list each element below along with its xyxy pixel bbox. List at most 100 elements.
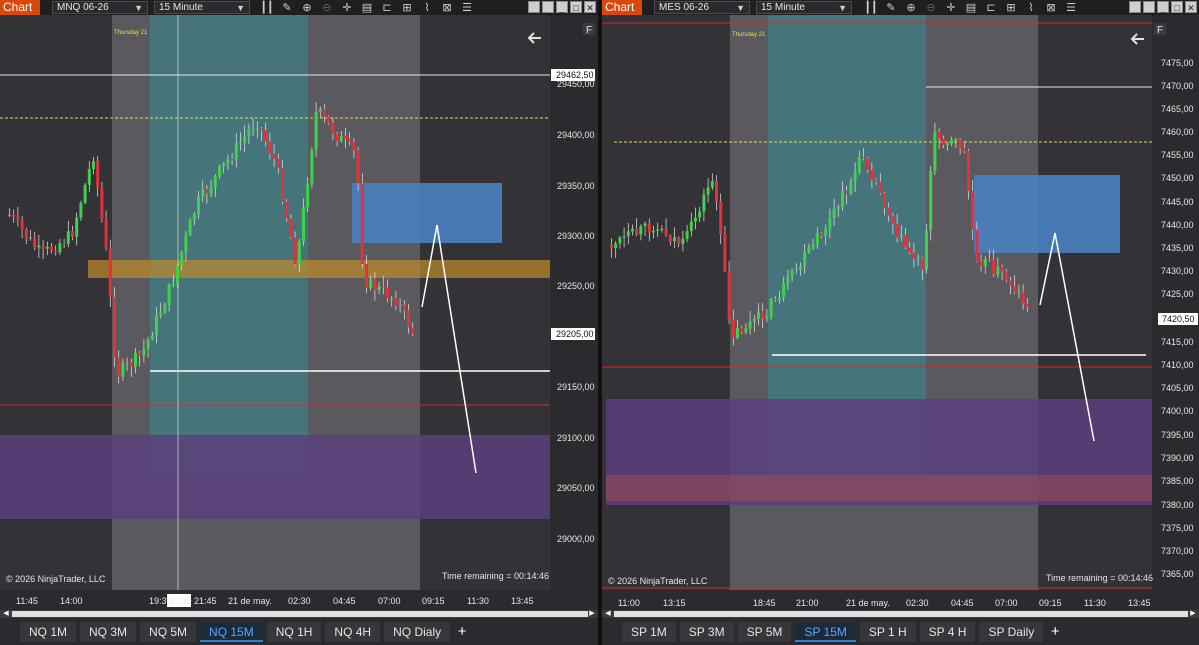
chart-tab[interactable]: SP 15M	[795, 622, 856, 642]
instrument-select[interactable]: MNQ 06-26 ▼	[52, 1, 148, 14]
indicators-icon[interactable]: ⌇	[1024, 1, 1038, 15]
minimize-icon[interactable]: _	[1157, 1, 1169, 13]
chart-badge[interactable]: Chart	[0, 0, 40, 15]
maximize-icon[interactable]: □	[570, 1, 582, 13]
chart-tab[interactable]: SP 5M	[737, 622, 792, 642]
properties-icon[interactable]: ▤	[964, 1, 978, 15]
scroll-thumb[interactable]	[12, 611, 588, 617]
timeframe-select[interactable]: 15 Minute ▼	[154, 1, 250, 14]
candle-body	[668, 235, 672, 242]
chart-tab[interactable]: NQ 5M	[140, 622, 197, 642]
candle-body	[222, 163, 226, 167]
scroll-right-icon[interactable]: ▶	[588, 610, 596, 618]
close-icon[interactable]: ✕	[1185, 1, 1197, 13]
candle-body	[971, 191, 975, 230]
add-tab-button[interactable]: +	[1047, 622, 1063, 642]
window-button-2-icon[interactable]	[542, 1, 554, 13]
candle-body	[54, 250, 58, 253]
crosshair-icon[interactable]: ✛	[944, 1, 958, 15]
chart-tab[interactable]: NQ 4H	[325, 622, 381, 642]
chart-panel-right[interactable]: Chart MES 06-26 ▼ 15 Minute ▼ ┃┃ ✎ ⊕ ⊖ ✛…	[602, 0, 1199, 645]
chart-canvas-left[interactable]: Thursday 21 F 29450,0029400,0029350,0029…	[0, 15, 598, 590]
price-tick-label: 7390,00	[1161, 453, 1194, 463]
candle-body	[908, 247, 912, 253]
zoom-in-icon[interactable]: ⊕	[300, 1, 314, 15]
maximize-icon[interactable]: □	[1171, 1, 1183, 13]
properties-icon[interactable]: ▤	[360, 1, 374, 15]
window-button-1-icon[interactable]	[528, 1, 540, 13]
zoom-in-icon[interactable]: ⊕	[904, 1, 918, 15]
chart-tab[interactable]: SP Daily	[979, 622, 1044, 642]
scroll-left-icon[interactable]: ◀	[604, 610, 612, 618]
chart-badge[interactable]: Chart	[602, 0, 642, 15]
candle-body	[673, 237, 676, 242]
minimize-icon[interactable]: _	[556, 1, 568, 13]
time-tick-label: 04:45	[333, 596, 356, 606]
zone-purple	[0, 435, 550, 519]
horizontal-scrollbar[interactable]: ◀ ▶	[0, 610, 598, 618]
candle-body	[639, 226, 643, 235]
candle-body	[887, 207, 891, 216]
list-icon[interactable]: ☰	[460, 1, 474, 15]
chart-panel-left[interactable]: Chart MNQ 06-26 ▼ 15 Minute ▼ ┃┃ ✎ ⊕ ⊖ ✛…	[0, 0, 598, 645]
zoom-out-icon[interactable]: ⊖	[320, 1, 334, 15]
candle-body	[125, 362, 129, 364]
horizontal-scrollbar[interactable]: ◀ ▶	[602, 610, 1199, 618]
data-box-icon[interactable]: ⊠	[440, 1, 454, 15]
candle-body	[824, 228, 828, 236]
time-axis-right[interactable]: 11:00 13:15 18:45 21:00 21 de may. 02:30 04:45…	[602, 590, 1199, 610]
chart-tab[interactable]: NQ Dialy	[384, 622, 451, 642]
window-button-1-icon[interactable]	[1129, 1, 1141, 13]
candle-body	[411, 327, 415, 334]
chart-toolbar: Chart MES 06-26 ▼ 15 Minute ▼ ┃┃ ✎ ⊕ ⊖ ✛…	[602, 0, 1199, 16]
chart-tab[interactable]: SP 4 H	[919, 622, 976, 642]
data-box-icon[interactable]: ⊠	[1044, 1, 1058, 15]
bar-style-icon[interactable]: ┃┃	[864, 1, 878, 15]
scroll-thumb[interactable]	[614, 611, 1188, 617]
chart-tab[interactable]: NQ 15M	[200, 622, 263, 642]
candle-body	[276, 158, 280, 168]
templates-icon[interactable]: ⊏	[984, 1, 998, 15]
price-tick-label: 7385,00	[1161, 476, 1194, 486]
chart-tab[interactable]: NQ 1M	[20, 622, 77, 642]
draw-pencil-icon[interactable]: ✎	[884, 1, 898, 15]
price-chart-right[interactable]: Thursday 21 F 7475,00 7470,00 7465,00 7460,…	[602, 15, 1199, 590]
chart-tab[interactable]: SP 3M	[679, 622, 734, 642]
candle-body	[828, 217, 832, 229]
draw-pencil-icon[interactable]: ✎	[280, 1, 294, 15]
candle-body	[41, 245, 45, 249]
strategies-icon[interactable]: ⊞	[400, 1, 414, 15]
list-icon[interactable]: ☰	[1064, 1, 1078, 15]
window-button-2-icon[interactable]	[1143, 1, 1155, 13]
candle-body	[117, 357, 121, 377]
zoom-out-icon[interactable]: ⊖	[924, 1, 938, 15]
candle-body	[29, 237, 32, 239]
instrument-select[interactable]: MES 06-26 ▼	[654, 1, 750, 14]
scroll-left-icon[interactable]: ◀	[2, 610, 10, 618]
candle-body	[58, 243, 62, 253]
add-tab-button[interactable]: +	[454, 622, 470, 642]
scroll-right-icon[interactable]: ▶	[1189, 610, 1197, 618]
chart-tab[interactable]: SP 1 H	[859, 622, 916, 642]
candle-body	[614, 243, 618, 249]
crosshair-icon[interactable]: ✛	[340, 1, 354, 15]
candle-body	[197, 196, 200, 214]
candle-body	[310, 150, 314, 184]
chart-tab[interactable]: NQ 3M	[80, 622, 137, 642]
price-chart-left[interactable]: Thursday 21 F 29450,00 29400,00 29350,00 29…	[0, 15, 598, 590]
templates-icon[interactable]: ⊏	[380, 1, 394, 15]
price-axis[interactable]	[551, 15, 598, 590]
indicators-icon[interactable]: ⌇	[420, 1, 434, 15]
time-tick-label: 13:45	[1128, 598, 1151, 608]
chart-tab[interactable]: SP 1M	[622, 622, 676, 642]
time-axis-left[interactable]: 11:45 14:00 19:3 20:30 21:45 21 de may. 02:30 0…	[0, 590, 598, 610]
close-icon[interactable]: ✕	[584, 1, 596, 13]
timeframe-select[interactable]: 15 Minute ▼	[756, 1, 852, 14]
price-tick-label: 7395,00	[1161, 430, 1194, 440]
bar-style-icon[interactable]: ┃┃	[260, 1, 274, 15]
candle-body	[134, 352, 137, 367]
chart-canvas-right[interactable]: Thursday 21 F 7475,00 7470,00 7465,00 7460,…	[602, 15, 1199, 590]
price-tick-label: 7455,00	[1161, 150, 1194, 160]
strategies-icon[interactable]: ⊞	[1004, 1, 1018, 15]
chart-tab[interactable]: NQ 1H	[266, 622, 322, 642]
